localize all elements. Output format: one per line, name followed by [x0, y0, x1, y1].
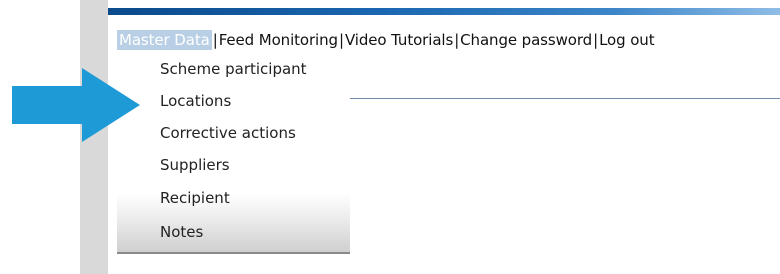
- nav-item-feed-monitoring[interactable]: Feed Monitoring: [219, 30, 338, 50]
- arrow-right-icon: [12, 68, 140, 142]
- nav-item-video-tutorials[interactable]: Video Tutorials: [345, 30, 453, 50]
- nav-separator: |: [593, 31, 599, 49]
- master-data-dropdown-menu: Scheme participant Locations Corrective …: [117, 56, 350, 254]
- menu-item-locations[interactable]: Locations: [160, 90, 231, 112]
- nav-separator: |: [212, 31, 218, 49]
- nav-item-log-out[interactable]: Log out: [599, 30, 655, 50]
- header-band: [108, 8, 780, 15]
- menu-item-notes[interactable]: Notes: [160, 221, 203, 243]
- menu-item-corrective-actions[interactable]: Corrective actions: [160, 122, 296, 144]
- top-navigation: Master Data | Feed Monitoring | Video Tu…: [117, 30, 655, 50]
- nav-item-master-data[interactable]: Master Data: [117, 30, 212, 50]
- app-window: Master Data | Feed Monitoring | Video Tu…: [0, 0, 780, 274]
- nav-separator: |: [454, 31, 460, 49]
- menu-item-recipient[interactable]: Recipient: [160, 187, 230, 209]
- nav-item-change-password[interactable]: Change password: [460, 30, 592, 50]
- content-divider-line: [350, 98, 780, 99]
- nav-separator: |: [338, 31, 344, 49]
- arrow-shape: [12, 68, 140, 142]
- menu-item-suppliers[interactable]: Suppliers: [160, 154, 230, 176]
- menu-item-scheme-participant[interactable]: Scheme participant: [160, 58, 307, 80]
